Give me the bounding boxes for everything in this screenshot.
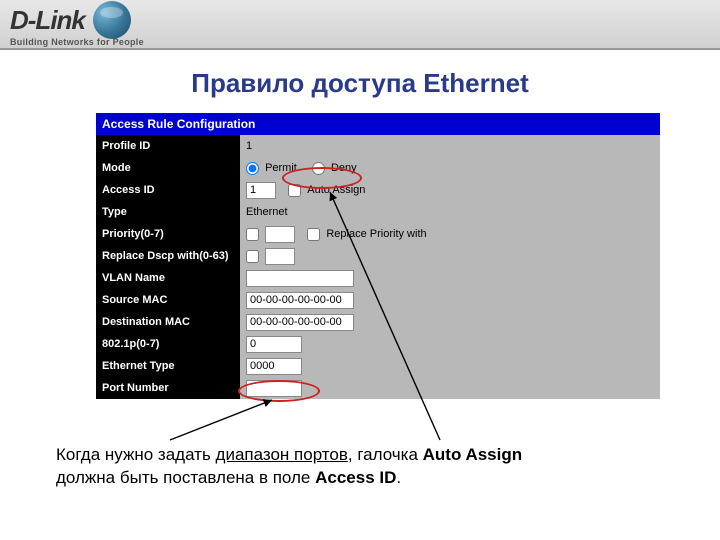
src-mac-input[interactable] — [246, 292, 354, 309]
config-table: Access Rule Configuration Profile ID 1 M… — [96, 113, 660, 399]
caption-part3: должна быть поставлена в поле — [56, 468, 315, 487]
brand-logo: D-Link Building Networks for People — [10, 1, 144, 47]
brand-text: D-Link — [10, 5, 85, 36]
dot1p-label: 802.1p(0-7) — [96, 333, 240, 355]
access-id-input[interactable] — [246, 182, 276, 199]
auto-assign-checkbox[interactable] — [288, 184, 301, 197]
vlan-label: VLAN Name — [96, 267, 240, 289]
eth-type-label: Ethernet Type — [96, 355, 240, 377]
mode-deny-radio[interactable] — [312, 162, 325, 175]
app-header: D-Link Building Networks for People — [0, 0, 720, 50]
globe-icon — [93, 1, 131, 39]
dscp-label: Replace Dscp with(0-63) — [96, 245, 240, 267]
brand-tagline: Building Networks for People — [10, 37, 144, 47]
type-label: Type — [96, 201, 240, 223]
dst-mac-input[interactable] — [246, 314, 354, 331]
caption-auto-assign: Auto Assign — [423, 445, 522, 464]
caption-part4: . — [396, 468, 401, 487]
mode-deny-text: Deny — [331, 162, 357, 174]
auto-assign-text: Auto Assign — [307, 184, 365, 196]
mode-permit-radio[interactable] — [246, 162, 259, 175]
replace-priority-text: Replace Priority with — [326, 228, 426, 240]
access-id-label: Access ID — [96, 179, 240, 201]
dot1p-input[interactable] — [246, 336, 302, 353]
profile-id-label: Profile ID — [96, 135, 240, 157]
caption-part2: , галочка — [348, 445, 423, 464]
dscp-enable-checkbox[interactable] — [246, 250, 259, 263]
page-title: Правило доступа Ethernet — [0, 68, 720, 99]
profile-id-value: 1 — [240, 135, 660, 157]
caption-text: Когда нужно задать диапазон портов, гало… — [56, 444, 522, 490]
eth-type-input[interactable] — [246, 358, 302, 375]
port-num-input[interactable] — [246, 380, 302, 397]
dst-mac-label: Destination MAC — [96, 311, 240, 333]
priority-label: Priority(0-7) — [96, 223, 240, 245]
replace-priority-checkbox[interactable] — [307, 228, 320, 241]
caption-port-range: диапазон портов — [216, 445, 348, 464]
type-value: Ethernet — [240, 201, 660, 223]
vlan-input[interactable] — [246, 270, 354, 287]
src-mac-label: Source MAC — [96, 289, 240, 311]
caption-part1: Когда нужно задать — [56, 445, 216, 464]
caption-access-id: Access ID — [315, 468, 396, 487]
panel-heading: Access Rule Configuration — [96, 113, 660, 135]
dscp-input[interactable] — [265, 248, 295, 265]
mode-permit-text: Permit — [265, 162, 297, 174]
priority-input[interactable] — [265, 226, 295, 243]
port-num-label: Port Number — [96, 377, 240, 399]
priority-enable-checkbox[interactable] — [246, 228, 259, 241]
mode-label: Mode — [96, 157, 240, 179]
